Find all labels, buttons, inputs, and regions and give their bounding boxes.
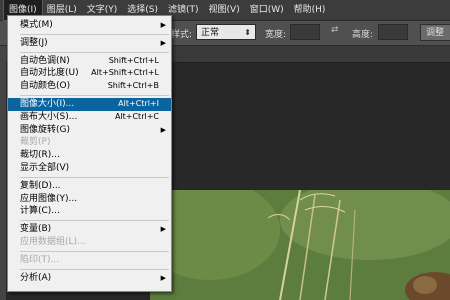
height-label: 高度: (352, 30, 374, 40)
menu-separator (20, 268, 169, 270)
menu-window[interactable]: 窗口(W) (245, 0, 289, 20)
menu-separator (20, 51, 169, 53)
menu-item-shortcut: Shift+Ctrl+B (107, 81, 159, 91)
tools-panel (0, 46, 6, 300)
menu-item-auto-tone[interactable]: 自动色调(N) Shift+Ctrl+L (8, 55, 171, 68)
menu-item-crop: 裁剪(P) (8, 136, 171, 149)
menu-item-adjustments[interactable]: 调整(J) ▶ (8, 37, 171, 50)
menu-item-label: 自动色调(N) (20, 55, 70, 66)
menu-item-label: 模式(M) (20, 20, 53, 30)
menu-view[interactable]: 视图(V) (204, 0, 245, 20)
menu-separator (20, 176, 169, 178)
menu-item-trap: 陷印(T)... (8, 254, 171, 267)
menu-item-label: 应用图像(Y)... (20, 193, 78, 204)
menu-item-label: 调整(J) (20, 37, 48, 48)
menu-item-apply-image[interactable]: 应用图像(Y)... (8, 193, 171, 206)
style-label: 样式: (171, 30, 193, 40)
reed-bird-photo (150, 190, 450, 300)
menu-item-label: 自动对比度(U) (20, 68, 79, 79)
style-select[interactable]: 正常 ⬍ (196, 24, 256, 40)
menu-item-auto-contrast[interactable]: 自动对比度(U) Alt+Shift+Ctrl+L (8, 67, 171, 80)
menu-help[interactable]: 帮助(H) (289, 0, 331, 20)
menu-item-label: 计算(C)... (20, 206, 60, 217)
menu-item-canvas-size[interactable]: 画布大小(S)... Alt+Ctrl+C (8, 111, 171, 124)
canvas-image (150, 190, 450, 300)
submenu-arrow-icon: ▶ (160, 273, 166, 282)
adjust-button[interactable]: 调整 (420, 24, 450, 41)
image-menu-dropdown: 模式(M) ▶ 调整(J) ▶ 自动色调(N) Shift+Ctrl+L 自动对… (7, 15, 172, 292)
menu-item-label: 自动颜色(O) (20, 81, 71, 92)
select-arrows-icon: ⬍ (244, 28, 251, 37)
height-field[interactable] (378, 24, 408, 40)
menu-item-label: 变量(B) (20, 224, 52, 235)
menu-item-reveal-all[interactable]: 显示全部(V) (8, 162, 171, 175)
menu-separator (20, 220, 169, 222)
menu-item-label: 陷印(T)... (20, 254, 60, 265)
swap-icon[interactable]: ⇄ (331, 25, 339, 35)
menu-item-shortcut: Alt+Ctrl+I (118, 98, 159, 108)
menu-item-mode[interactable]: 模式(M) ▶ (8, 19, 171, 32)
menu-item-label: 显示全部(V) (20, 162, 70, 173)
menu-item-calculations[interactable]: 计算(C)... (8, 205, 171, 218)
menu-separator (20, 250, 169, 252)
menu-item-label: 裁剪(P) (20, 137, 51, 148)
submenu-arrow-icon: ▶ (160, 125, 166, 134)
submenu-arrow-icon: ▶ (160, 21, 166, 29)
menu-item-duplicate[interactable]: 复制(D)... (8, 180, 171, 193)
menu-item-apply-data-set: 应用数据组(L)... (8, 236, 171, 249)
menu-item-shortcut: Alt+Ctrl+C (114, 111, 159, 121)
menu-item-analysis[interactable]: 分析(A) ▶ (8, 272, 171, 285)
menu-item-label: 画布大小(S)... (20, 111, 78, 122)
menu-item-trim[interactable]: 裁切(R)... (8, 149, 171, 162)
menu-item-shortcut: Shift+Ctrl+L (108, 55, 159, 65)
submenu-arrow-icon: ▶ (160, 225, 166, 234)
menu-separator (20, 33, 169, 35)
menu-item-auto-color[interactable]: 自动颜色(O) Shift+Ctrl+B (8, 80, 171, 93)
menu-item-label: 应用数据组(L)... (20, 236, 86, 247)
menu-item-label: 裁切(R)... (20, 150, 60, 161)
menu-item-image-rotation[interactable]: 图像旋转(G) ▶ (8, 124, 171, 137)
menu-item-image-size[interactable]: 图像大小(I)... Alt+Ctrl+I (8, 97, 171, 111)
menu-item-label: 复制(D)... (20, 180, 61, 191)
menu-separator (20, 94, 169, 96)
submenu-arrow-icon: ▶ (160, 38, 166, 47)
menu-item-label: 图像旋转(G) (20, 124, 70, 135)
width-label: 宽度: (265, 30, 287, 40)
style-value: 正常 (201, 28, 220, 38)
width-field[interactable] (290, 24, 320, 40)
menu-item-shortcut: Alt+Shift+Ctrl+L (91, 68, 159, 78)
menu-item-label: 图像大小(I)... (20, 98, 75, 109)
menu-item-label: 分析(A) (20, 272, 52, 283)
menu-item-variables[interactable]: 变量(B) ▶ (8, 223, 171, 236)
